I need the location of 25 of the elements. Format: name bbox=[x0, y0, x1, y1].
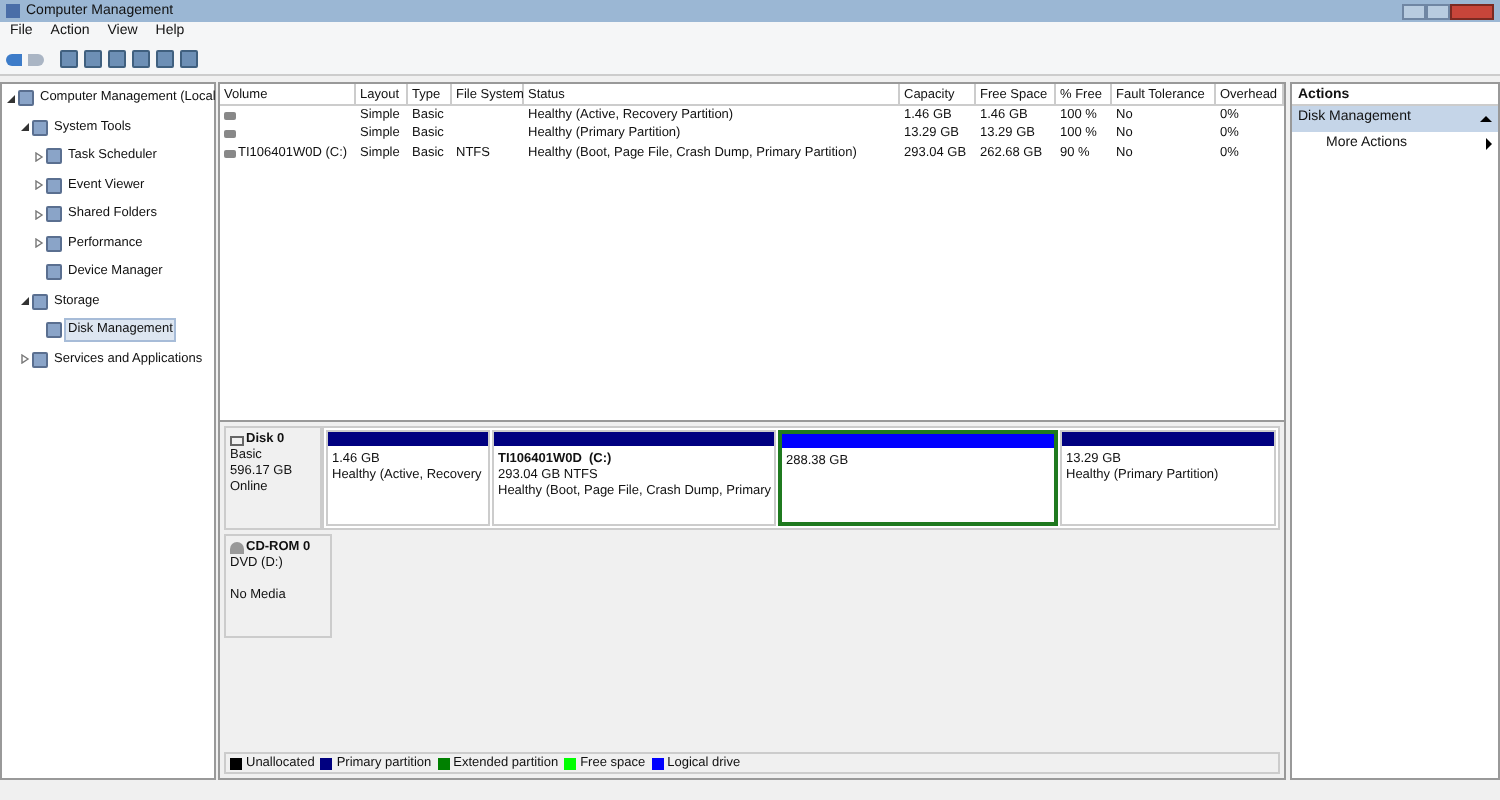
node-icon bbox=[46, 206, 62, 223]
node-icon bbox=[46, 177, 62, 194]
expanded-triangle-icon[interactable] bbox=[5, 93, 15, 104]
node-icon bbox=[46, 264, 62, 281]
collapsed-triangle-icon[interactable] bbox=[33, 238, 43, 249]
expanded-triangle-icon[interactable] bbox=[19, 296, 29, 307]
collapse-arrow-icon[interactable] bbox=[1480, 116, 1492, 122]
node-icon bbox=[46, 148, 62, 165]
node-icon bbox=[46, 322, 62, 339]
minimize-button[interactable] bbox=[1402, 3, 1426, 19]
node-icon bbox=[18, 90, 34, 107]
node-icon bbox=[46, 235, 62, 252]
collapsed-triangle-icon[interactable] bbox=[33, 209, 43, 220]
submenu-arrow-icon bbox=[1486, 138, 1492, 150]
collapsed-triangle-icon[interactable] bbox=[19, 354, 29, 365]
app-icon bbox=[6, 4, 20, 18]
maximize-button[interactable] bbox=[1426, 3, 1450, 19]
node-icon bbox=[32, 351, 48, 368]
collapsed-triangle-icon[interactable] bbox=[33, 180, 43, 191]
collapsed-triangle-icon[interactable] bbox=[33, 151, 43, 162]
node-icon bbox=[32, 293, 48, 310]
expanded-triangle-icon[interactable] bbox=[19, 122, 29, 133]
node-icon bbox=[32, 119, 48, 136]
cd-drive-icon bbox=[230, 542, 244, 554]
close-button[interactable] bbox=[1450, 3, 1494, 19]
